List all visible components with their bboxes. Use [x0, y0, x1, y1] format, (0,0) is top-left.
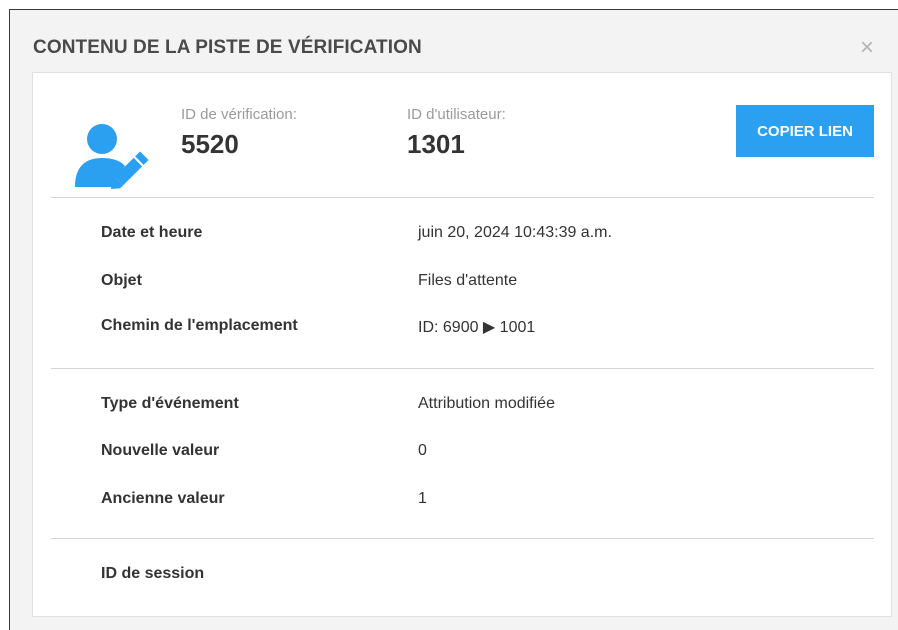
date-label: Date et heure — [101, 224, 203, 241]
old-value-value: 1 — [418, 490, 427, 507]
audit-trail-dialog: CONTENU DE LA PISTE DE VÉRIFICATION × ID… — [9, 9, 898, 630]
new-value-value: 0 — [418, 442, 427, 459]
audit-id-block: ID de vérification: 5520 — [181, 106, 297, 160]
event-type-value: Attribution modifiée — [418, 395, 555, 412]
user-id-label: ID d'utilisateur: — [407, 106, 506, 123]
event-type-label: Type d'événement — [101, 395, 239, 412]
object-label: Objet — [101, 272, 142, 289]
session-id-label: ID de session — [101, 565, 205, 582]
location-path-label: Chemin de l'emplacement — [101, 317, 298, 334]
new-value-label: Nouvelle valeur — [101, 442, 220, 459]
audit-id-value: 5520 — [181, 129, 239, 159]
close-icon[interactable]: × — [860, 36, 874, 60]
old-value-label: Ancienne valeur — [101, 490, 225, 507]
user-edit-icon — [75, 124, 149, 189]
user-id-block: ID d'utilisateur: 1301 — [407, 106, 506, 160]
location-path-value: ID: 6900 ▶ 1001 — [418, 319, 536, 336]
audit-id-label: ID de vérification: — [181, 106, 297, 123]
date-value: juin 20, 2024 10:43:39 a.m. — [418, 224, 612, 241]
user-id-value: 1301 — [407, 129, 465, 159]
divider — [51, 538, 874, 539]
object-value: Files d'attente — [418, 272, 518, 289]
divider — [51, 368, 874, 369]
divider — [51, 197, 874, 198]
audit-details-card: ID de vérification: 5520 ID d'utilisateu… — [32, 72, 892, 617]
dialog-title: CONTENU DE LA PISTE DE VÉRIFICATION — [33, 37, 422, 58]
copy-link-button[interactable]: COPIER LIEN — [736, 105, 874, 157]
